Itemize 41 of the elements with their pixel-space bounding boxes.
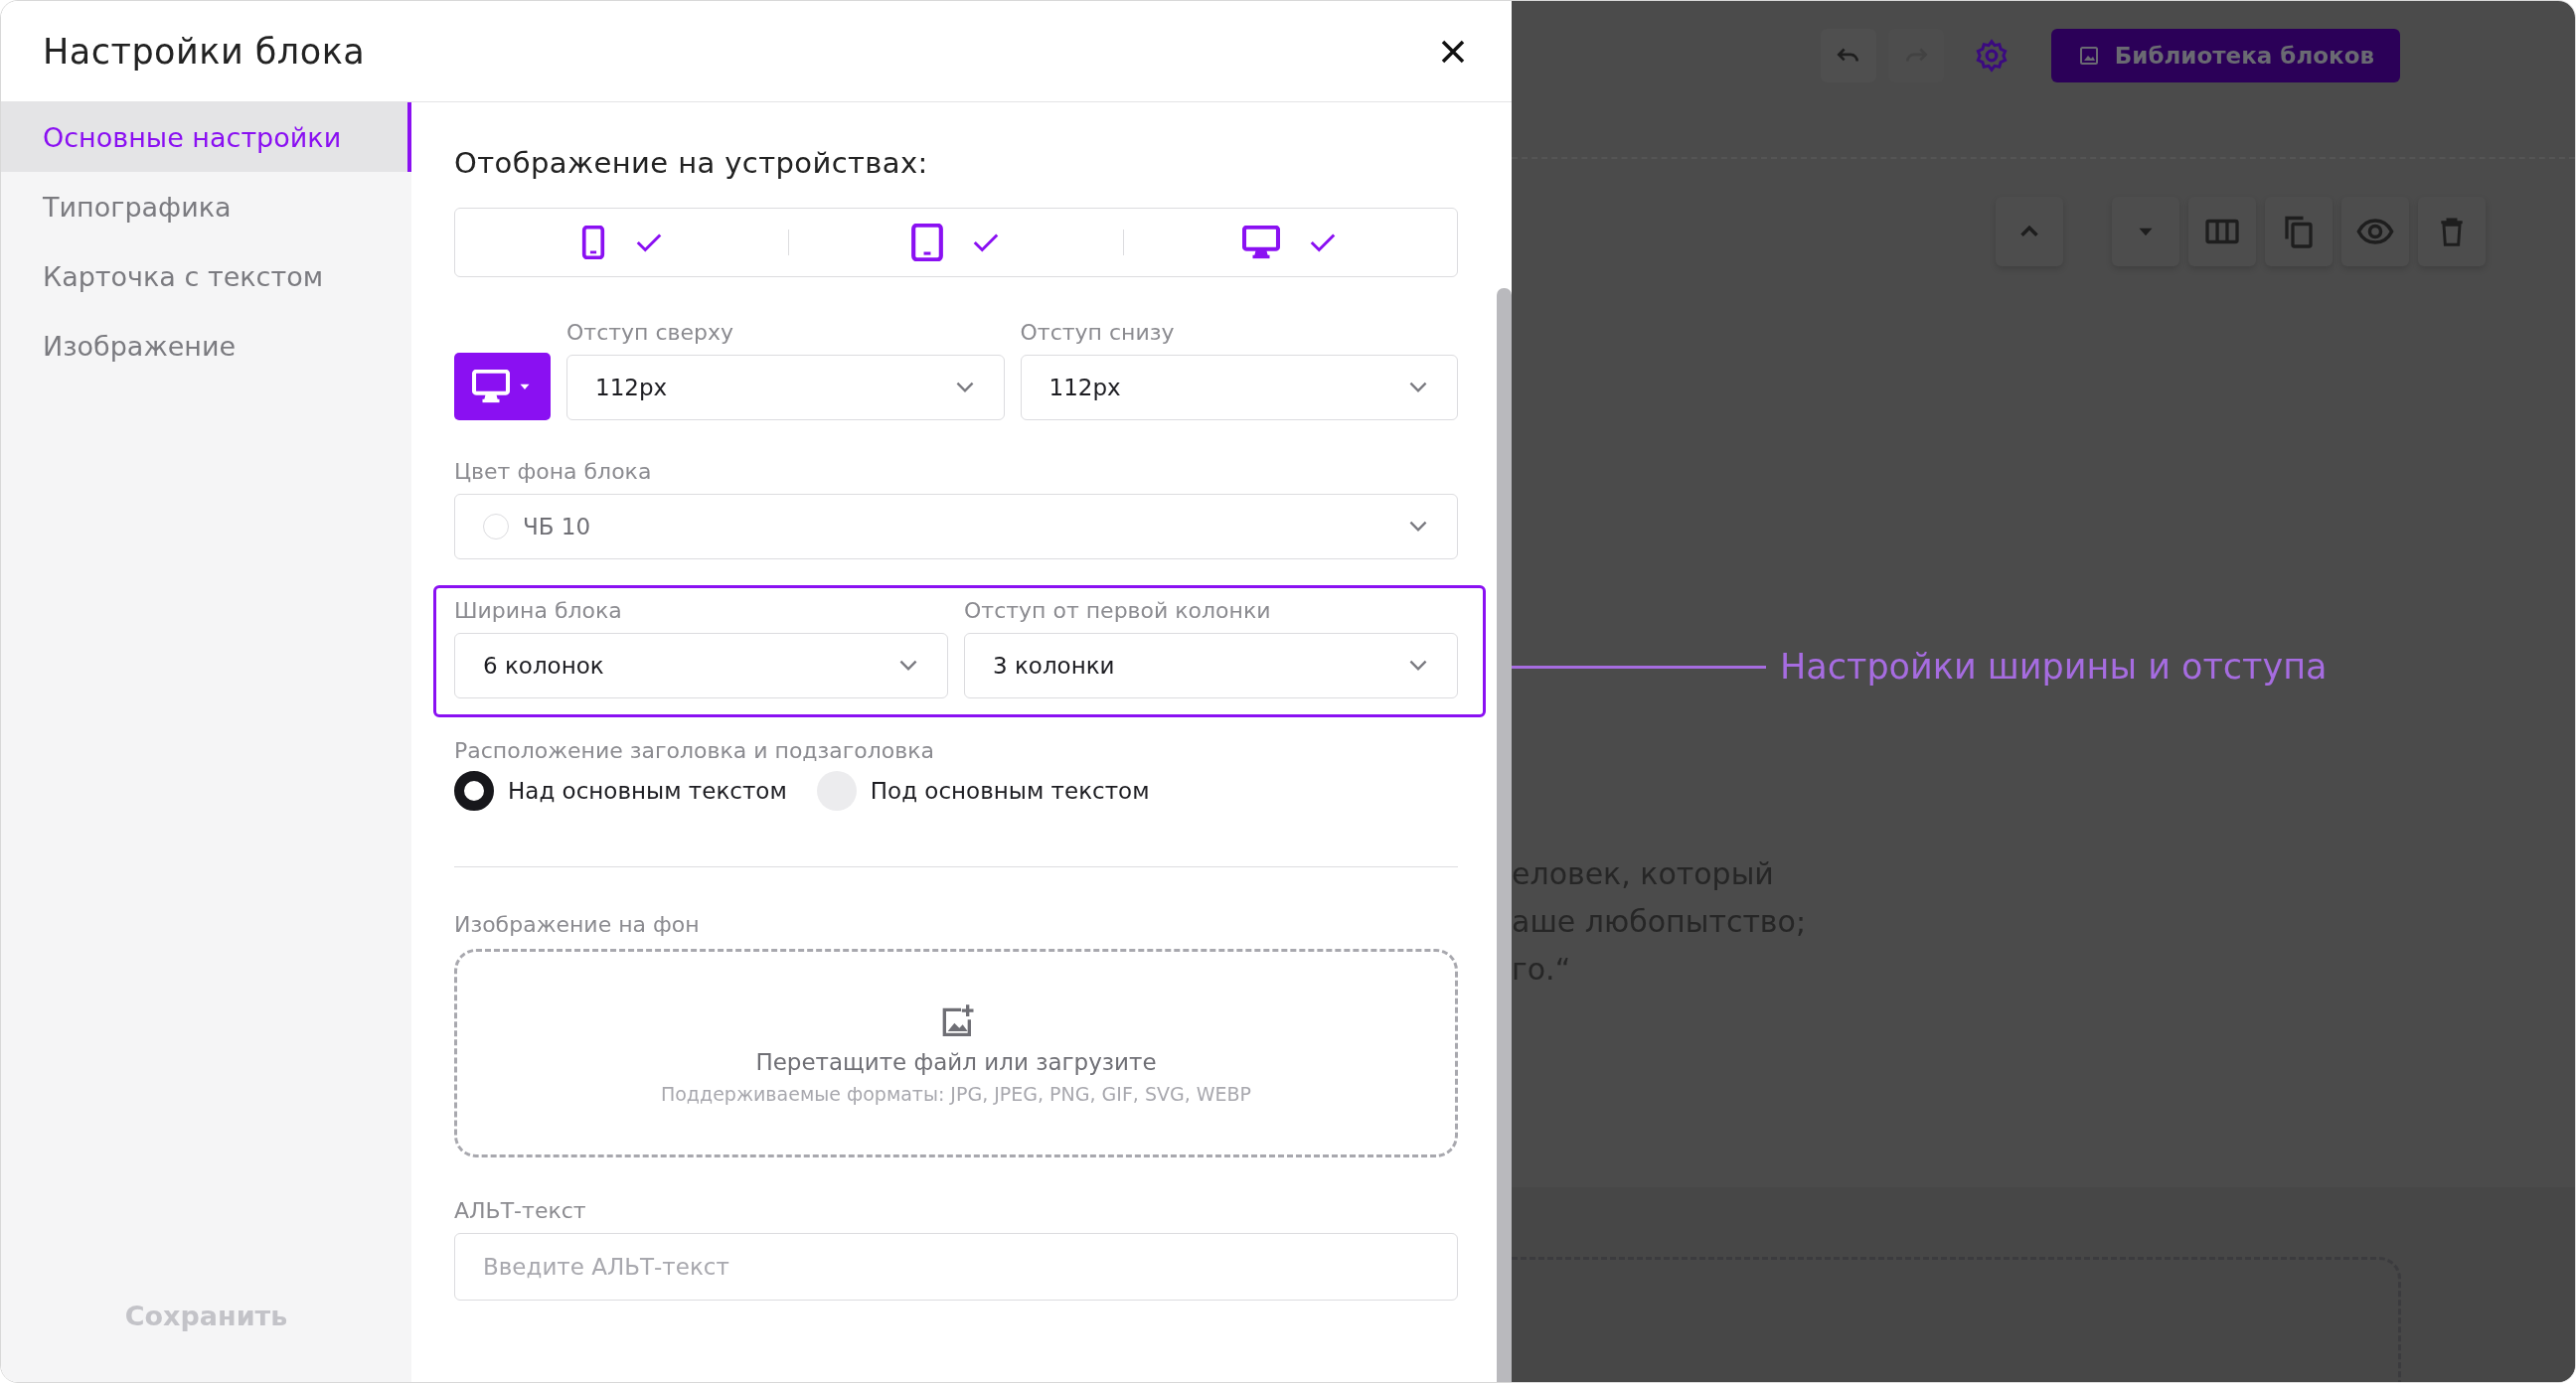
alt-text-field[interactable]: Введите АЛЬТ-текст <box>454 1233 1458 1301</box>
delete-button[interactable] <box>2418 197 2486 266</box>
tablet-icon <box>911 224 943 261</box>
monitor-icon <box>1242 226 1281 259</box>
nav-tab[interactable]: Основные настройки <box>1 102 411 172</box>
dropdown[interactable]: 3 колонки <box>964 633 1458 698</box>
field-label: Отступ сверху <box>566 321 735 345</box>
section-title: Отображение на устройствах: <box>454 146 929 180</box>
field-label: АЛЬТ-текст <box>454 1199 587 1223</box>
dropdown[interactable]: 112px <box>566 355 1005 420</box>
dropdown[interactable]: 112px <box>1020 355 1458 420</box>
block-library-button[interactable]: Библиотека блоков <box>2050 29 2400 82</box>
field-label: Отступ снизу <box>1020 321 1176 345</box>
field-label: Расположение заголовка и подзаголовка <box>454 739 936 763</box>
phone-icon <box>579 226 606 259</box>
radio-button[interactable] <box>454 771 494 811</box>
duplicate-button[interactable] <box>2265 197 2333 266</box>
monitor-icon <box>471 370 510 403</box>
dialog-title: Настройки блока <box>43 31 366 72</box>
upload-prompt: Перетащите файл или загрузите <box>755 1049 1157 1075</box>
annotation-label: Настройки ширины и отступа <box>1780 647 2328 687</box>
field-label: Цвет фона блока <box>454 460 653 484</box>
move-up-button[interactable] <box>1996 197 2063 266</box>
dropdown[interactable]: 6 колонок <box>454 633 948 698</box>
nav-tab[interactable]: Карточка с текстом <box>1 241 411 311</box>
device-select-button[interactable] <box>454 353 551 420</box>
scrollbar-thumb[interactable] <box>1497 288 1512 1382</box>
upload-dropzone[interactable]: Перетащите файл или загрузите Поддерживаемые форматы: JPG, JPEG, PNG, GIF, SVG, WEBP <box>454 949 1458 1157</box>
radio-label: Над основным текстом <box>508 778 787 804</box>
undo-button[interactable] <box>1820 29 1876 82</box>
dropdown[interactable]: ЧБ 10 <box>454 494 1458 559</box>
field-label: Изображение на фон <box>454 913 701 937</box>
visibility-button[interactable] <box>2341 197 2409 266</box>
radio-label: Под основным текстом <box>870 778 1150 804</box>
formats-hint: Поддерживаемые форматы: JPG, JPEG, PNG, GIF, SVG, WEBP <box>660 1083 1252 1105</box>
nav-tab[interactable]: Изображение <box>1 311 411 381</box>
nav-tab[interactable]: Типографика <box>1 172 411 241</box>
field-label: Отступ от первой колонки <box>964 599 1272 623</box>
columns-button[interactable] <box>2188 197 2256 266</box>
move-down-button[interactable] <box>2112 197 2179 266</box>
field-label: Ширина блока <box>454 599 623 623</box>
